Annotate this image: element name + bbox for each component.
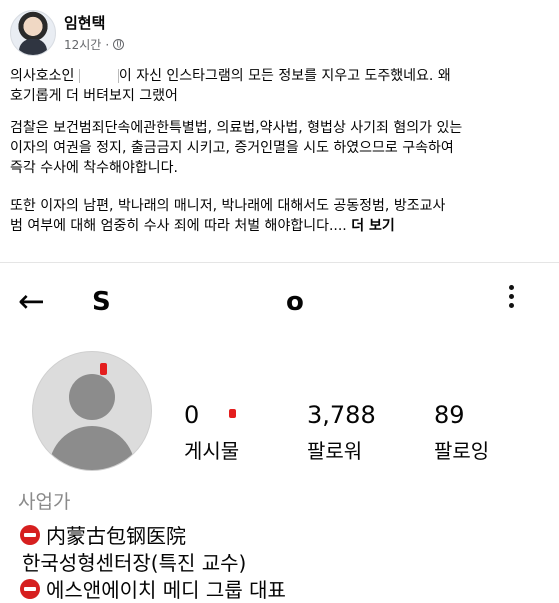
instagram-profile-screenshot: ← S o 0 게시물 3,788 팔로워 89 팔로잉 사업가 内蒙古包钢医院…: [0, 262, 559, 602]
see-more-link[interactable]: 더 보기: [351, 218, 395, 234]
author-avatar[interactable]: [10, 10, 56, 56]
redacted-name: [78, 69, 119, 83]
post-paragraph-1: 의사호소인 이 자신 인스타그램의 모든 정보를 지우고 도주했네요. 왜 호기…: [10, 66, 550, 106]
no-entry-icon: [20, 578, 40, 599]
post-meta: 12시간 ·: [64, 36, 125, 53]
username-partial-right: o: [286, 287, 304, 317]
meta-separator: ·: [105, 37, 110, 52]
avatar-head: [69, 374, 115, 420]
facebook-post: 임현택 12시간 · 의사호소인 이 자신 인스타그램의 모든 정보를 지우고 …: [0, 0, 559, 260]
bio-text-3: 에스앤에이치 메디 그룹 대표: [46, 578, 286, 602]
profile-avatar[interactable]: [32, 351, 152, 471]
post-paragraph-2: 검찰은 보건범죄단속에관한특별법, 의료법,약사법, 형법상 사기죄 혐의가 있…: [10, 120, 463, 176]
avatar-figure: [19, 39, 47, 55]
avatar-shoulders: [49, 426, 135, 470]
bio-text-2: 한국성형센터장(특진 교수): [22, 551, 247, 575]
profile-category: 사업가: [18, 491, 71, 513]
back-arrow-icon[interactable]: ←: [18, 285, 45, 317]
bio-line-1: 内蒙古包钢医院: [20, 520, 186, 549]
author-name[interactable]: 임현택: [64, 12, 105, 33]
following-count: 89: [434, 401, 465, 429]
post-time[interactable]: 12시간: [64, 36, 101, 53]
more-options-icon[interactable]: [509, 285, 515, 312]
followers-count: 3,788: [307, 401, 376, 429]
bio-line-3: 에스앤에이치 메디 그룹 대표: [20, 574, 286, 603]
no-entry-icon: [20, 524, 40, 545]
globe-icon: [113, 39, 125, 50]
paragraph-1-prefix: 의사호소인: [10, 68, 79, 84]
post-paragraph-3: 또한 이자의 남편, 박나래의 매니저, 박나래에 대해서도 공동정범, 방조교…: [10, 196, 550, 236]
followers-label: 팔로워: [307, 439, 363, 463]
stat-following[interactable]: 89 팔로잉: [434, 401, 489, 464]
username-partial-left: S: [92, 287, 113, 317]
stat-followers[interactable]: 3,788 팔로워: [307, 401, 376, 464]
following-label: 팔로잉: [434, 439, 490, 463]
posts-label: 게시물: [184, 439, 240, 463]
bio-line-2: 한국성형센터장(특진 교수): [22, 547, 246, 576]
redaction-mark: [100, 363, 107, 375]
bio-text-1: 内蒙古包钢医院: [46, 524, 186, 548]
redaction-mark: [229, 409, 236, 418]
